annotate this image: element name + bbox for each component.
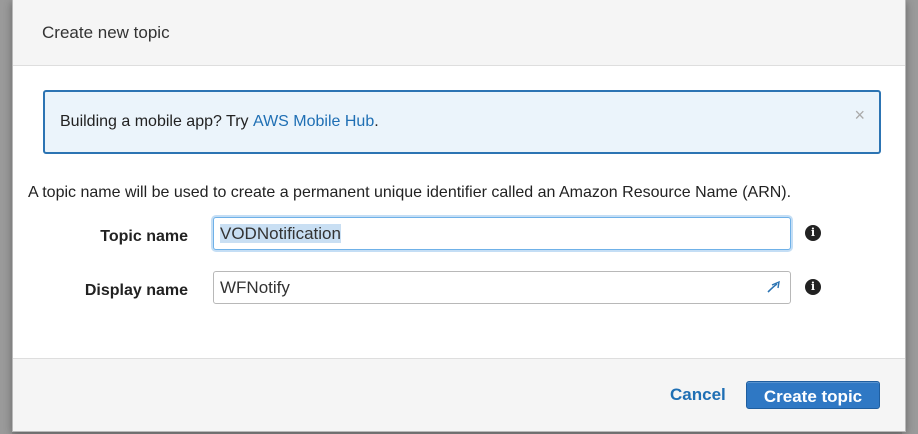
create-topic-button[interactable]: Create topic — [746, 381, 880, 409]
alert-text-prefix: Building a mobile app? Try — [60, 113, 253, 130]
modal-header: Create new topic — [13, 0, 905, 66]
input-helper-icon[interactable] — [766, 280, 782, 294]
display-name-label: Display name — [84, 282, 188, 299]
topic-name-label: Topic name — [100, 228, 188, 245]
modal-title: Create new topic — [42, 22, 170, 42]
display-name-input[interactable]: WFNotify — [213, 271, 791, 304]
info-icon[interactable]: i — [805, 225, 821, 241]
mobile-hub-alert: Building a mobile app? Try AWS Mobile Hu… — [43, 90, 881, 154]
display-name-value: WFNotify — [220, 278, 290, 297]
alert-text-suffix: . — [374, 113, 379, 130]
topic-name-value: VODNotification — [220, 224, 341, 243]
info-icon[interactable]: i — [805, 279, 821, 295]
cancel-button[interactable]: Cancel — [670, 385, 726, 405]
background-page-left — [0, 0, 12, 434]
close-icon[interactable]: × — [854, 106, 865, 124]
create-topic-modal: Create new topic Building a mobile app? … — [12, 0, 906, 432]
topic-description: A topic name will be used to create a pe… — [28, 184, 792, 201]
topic-name-input[interactable]: VODNotification — [213, 217, 791, 250]
aws-mobile-hub-link[interactable]: AWS Mobile Hub — [253, 113, 374, 131]
modal-footer: Cancel Create topic — [13, 358, 905, 431]
